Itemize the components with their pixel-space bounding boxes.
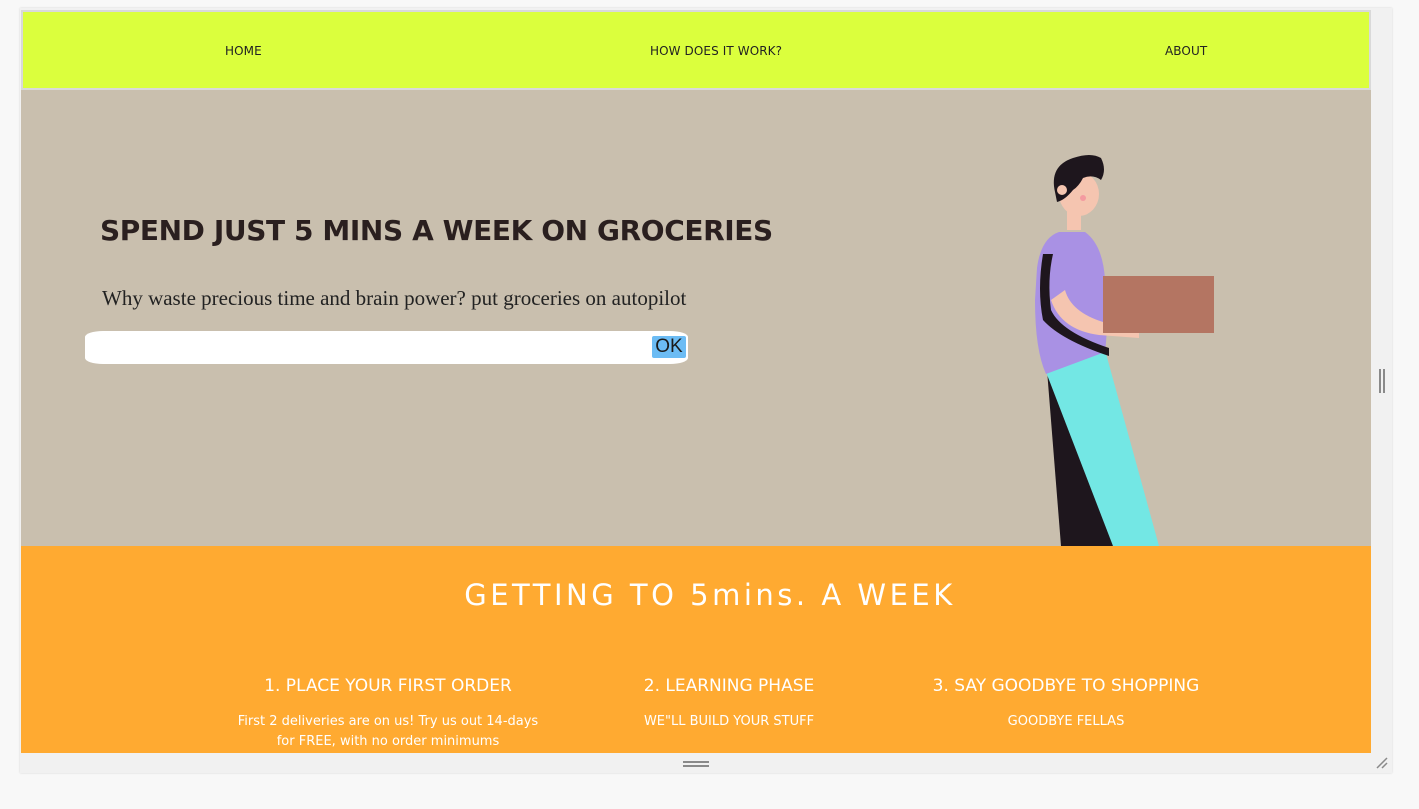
step-3-description: GOODBYE FELLAS <box>1007 714 1125 729</box>
steps-heading: GETTING TO 5mins. A WEEK <box>464 578 956 612</box>
step-2-description: WE"LL BUILD YOUR STUFF <box>643 714 815 729</box>
horizontal-resize-grip-icon[interactable] <box>683 761 709 767</box>
nav-link-about[interactable]: ABOUT <box>1165 44 1207 58</box>
person-carrying-box-illustration <box>1035 155 1214 546</box>
nav-link-home[interactable]: HOME <box>225 44 262 58</box>
corner-resize-icon[interactable] <box>1375 756 1389 770</box>
step-1: 1. PLACE YOUR FIRST ORDER First 2 delive… <box>228 676 548 752</box>
nav-link-how-it-works[interactable]: HOW DOES IT WORK? <box>650 44 782 58</box>
step-3: 3. SAY GOODBYE TO SHOPPING GOODBYE FELLA… <box>911 676 1221 732</box>
hero-title: SPEND JUST 5 MINS A WEEK ON GROCERIES <box>100 214 773 247</box>
vertical-resize-grip-icon[interactable] <box>1379 369 1385 393</box>
hero-subtitle: Why waste precious time and brain power?… <box>102 286 687 310</box>
signup-form: OK <box>85 331 688 364</box>
signup-input[interactable] <box>95 335 649 361</box>
step-2: 2. LEARNING PHASE WE"LL BUILD YOUR STUFF <box>619 676 839 732</box>
top-navigation: HOME HOW DOES IT WORK? ABOUT <box>21 10 1371 90</box>
step-1-description: First 2 deliveries are on us! Try us out… <box>237 714 539 749</box>
page-viewport: HOME HOW DOES IT WORK? ABOUT SPEND JUST … <box>21 10 1371 753</box>
step-1-title: 1. PLACE YOUR FIRST ORDER <box>264 676 512 696</box>
step-3-title: 3. SAY GOODBYE TO SHOPPING <box>932 676 1200 696</box>
step-2-title: 2. LEARNING PHASE <box>643 676 815 696</box>
hero-section: SPEND JUST 5 MINS A WEEK ON GROCERIES Wh… <box>21 90 1371 546</box>
how-it-works-section: GETTING TO 5mins. A WEEK 1. PLACE YOUR F… <box>21 546 1371 753</box>
ok-button[interactable]: OK <box>652 336 686 358</box>
